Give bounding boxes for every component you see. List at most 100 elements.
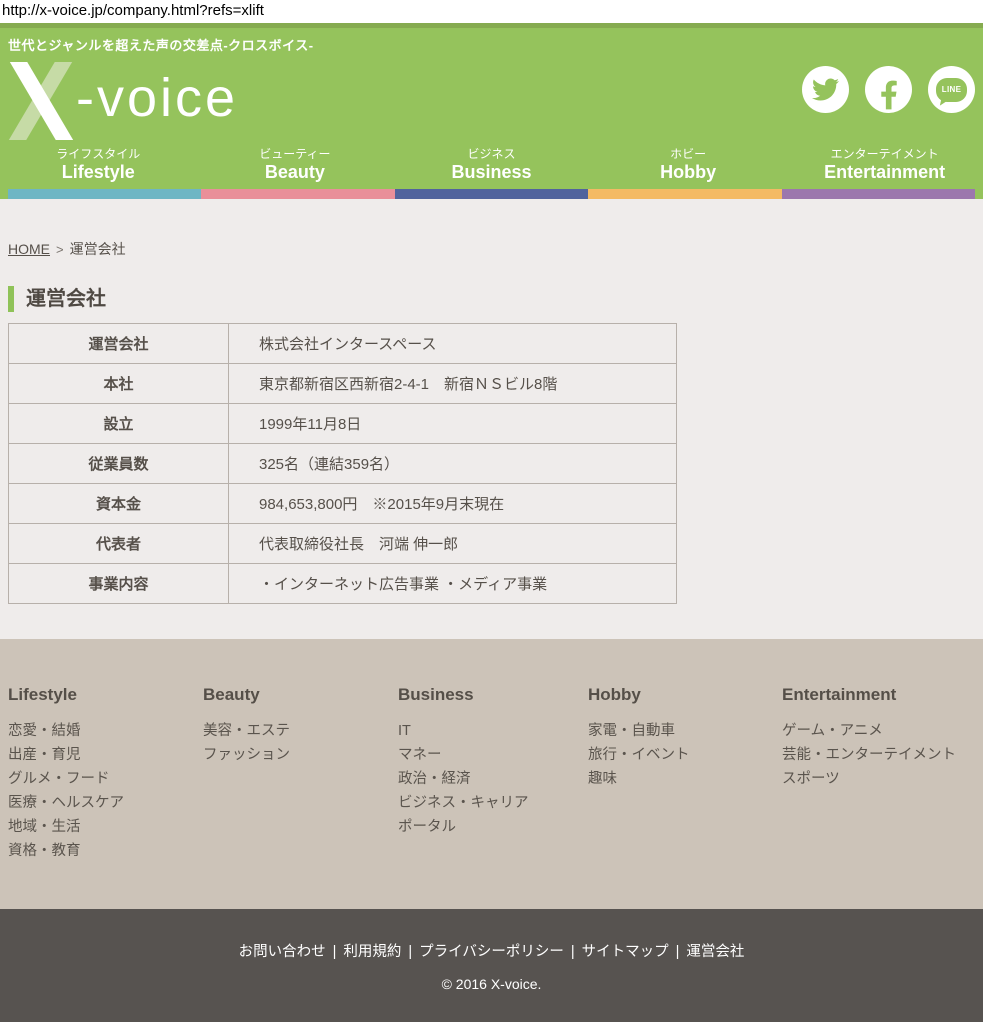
footer-col-title: Beauty <box>203 685 398 705</box>
site-tagline: 世代とジャンルを超えた声の交差点-クロスボイス- <box>0 28 983 60</box>
table-row: 本社 東京都新宿区西新宿2-4-1 新宿ＮＳビル8階 <box>9 364 677 404</box>
footer-link[interactable]: 政治・経済 <box>398 767 588 791</box>
row-label: 代表者 <box>9 524 229 564</box>
table-row: 運営会社 株式会社インタースペース <box>9 324 677 364</box>
footer-link[interactable]: 地域・生活 <box>8 815 203 839</box>
twitter-button[interactable] <box>802 66 849 113</box>
row-label: 従業員数 <box>9 444 229 484</box>
main-nav: ライフスタイル Lifestyle ビューティー Beauty ビジネス Bus… <box>0 146 983 189</box>
main-content: HOME > 運営会社 運営会社 運営会社 株式会社インタースペース 本社 東京都新… <box>0 199 983 639</box>
footer-col-hobby: Hobby 家電・自動車 旅行・イベント 趣味 <box>588 685 782 909</box>
nav-strip-hobby <box>588 189 781 199</box>
footer-link[interactable]: ゲーム・アニメ <box>782 719 956 743</box>
row-value: ・インターネット広告事業 ・メディア事業 <box>229 564 677 604</box>
nav-strip-business <box>395 189 588 199</box>
breadcrumb-separator: > <box>56 242 64 257</box>
footer-link[interactable]: 美容・エステ <box>203 719 398 743</box>
footer-link[interactable]: ファッション <box>203 743 398 767</box>
row-label: 運営会社 <box>9 324 229 364</box>
nav-strip-lifestyle <box>8 189 201 199</box>
nav-strip-beauty <box>201 189 394 199</box>
bottom-link-separator: | <box>571 944 575 960</box>
browser-url-bar[interactable]: http://x-voice.jp/company.html?refs=xlif… <box>0 0 983 23</box>
nav-label-jp: ビューティー <box>197 146 394 162</box>
bottom-links: お問い合わせ|利用規約|プライバシーポリシー|サイトマップ|運営会社 <box>0 909 983 961</box>
footer-link[interactable]: 資格・教育 <box>8 839 203 863</box>
footer-col-entertainment: Entertainment ゲーム・アニメ 芸能・エンターテイメント スポーツ <box>782 685 956 909</box>
row-label: 事業内容 <box>9 564 229 604</box>
nav-label-en: Lifestyle <box>0 162 197 183</box>
footer-col-title: Lifestyle <box>8 685 203 705</box>
row-label: 本社 <box>9 364 229 404</box>
footer-col-lifestyle: Lifestyle 恋愛・結婚 出産・育児 グルメ・フード 医療・ヘルスケア 地… <box>8 685 203 909</box>
row-label: 設立 <box>9 404 229 444</box>
footer-link[interactable]: ビジネス・キャリア <box>398 791 588 815</box>
footer-link[interactable]: 恋愛・結婚 <box>8 719 203 743</box>
nav-item-lifestyle[interactable]: ライフスタイル Lifestyle <box>0 146 197 183</box>
table-row: 代表者 代表取締役社長 河端 伸一郎 <box>9 524 677 564</box>
row-value: 東京都新宿区西新宿2-4-1 新宿ＮＳビル8階 <box>229 364 677 404</box>
nav-label-jp: ライフスタイル <box>0 146 197 162</box>
footer-link[interactable]: グルメ・フード <box>8 767 203 791</box>
footer-col-beauty: Beauty 美容・エステ ファッション <box>203 685 398 909</box>
row-value: 代表取締役社長 河端 伸一郎 <box>229 524 677 564</box>
facebook-icon <box>880 78 898 112</box>
table-row: 事業内容 ・インターネット広告事業 ・メディア事業 <box>9 564 677 604</box>
bottom-link-contact[interactable]: お問い合わせ <box>239 944 326 960</box>
bottom-link-sitemap[interactable]: サイトマップ <box>582 944 669 960</box>
bottom-link-separator: | <box>676 944 680 960</box>
footer-link[interactable]: 出産・育児 <box>8 743 203 767</box>
footer-col-title: Business <box>398 685 588 705</box>
bottom-link-company[interactable]: 運営会社 <box>686 944 744 960</box>
row-value: 株式会社インタースペース <box>229 324 677 364</box>
footer-link[interactable]: 趣味 <box>588 767 782 791</box>
line-button[interactable]: LINE <box>928 66 975 113</box>
company-info-table: 運営会社 株式会社インタースペース 本社 東京都新宿区西新宿2-4-1 新宿ＮＳ… <box>8 323 677 604</box>
footer-link[interactable]: ポータル <box>398 815 588 839</box>
bottom-bar: お問い合わせ|利用規約|プライバシーポリシー|サイトマップ|運営会社 © 201… <box>0 909 983 1022</box>
nav-item-beauty[interactable]: ビューティー Beauty <box>197 146 394 183</box>
line-icon: LINE <box>936 78 967 102</box>
footer-link[interactable]: 芸能・エンターテイメント <box>782 743 956 767</box>
site-header: 世代とジャンルを超えた声の交差点-クロスボイス- -voice <box>0 23 983 199</box>
bottom-link-separator: | <box>333 944 337 960</box>
twitter-icon <box>812 76 839 103</box>
nav-item-business[interactable]: ビジネス Business <box>393 146 590 183</box>
nav-label-en: Business <box>393 162 590 183</box>
footer-col-title: Hobby <box>588 685 782 705</box>
logo-text: -voice <box>76 62 238 134</box>
table-row: 資本金 984,653,800円 ※2015年9月末現在 <box>9 484 677 524</box>
logo-row: -voice LINE <box>0 60 983 146</box>
nav-label-en: Beauty <box>197 162 394 183</box>
breadcrumb-home-link[interactable]: HOME <box>8 241 50 257</box>
facebook-button[interactable] <box>865 66 912 113</box>
footer-link[interactable]: マネー <box>398 743 588 767</box>
table-row: 設立 1999年11月8日 <box>9 404 677 444</box>
nav-strip-entertainment <box>782 189 975 199</box>
logo-x-graphic <box>8 62 74 145</box>
nav-item-hobby[interactable]: ホビー Hobby <box>590 146 787 183</box>
breadcrumb: HOME > 運営会社 <box>8 199 975 259</box>
bottom-link-terms[interactable]: 利用規約 <box>343 944 401 960</box>
nav-label-en: Hobby <box>590 162 787 183</box>
row-value: 984,653,800円 ※2015年9月末現在 <box>229 484 677 524</box>
social-icons: LINE <box>802 66 975 113</box>
nav-label-jp: エンターテイメント <box>786 146 983 162</box>
footer-link[interactable]: 旅行・イベント <box>588 743 782 767</box>
breadcrumb-current: 運営会社 <box>70 241 126 257</box>
footer-link[interactable]: スポーツ <box>782 767 956 791</box>
footer-col-business: Business IT マネー 政治・経済 ビジネス・キャリア ポータル <box>398 685 588 909</box>
category-footer: Lifestyle 恋愛・結婚 出産・育児 グルメ・フード 医療・ヘルスケア 地… <box>0 639 983 909</box>
nav-item-entertainment[interactable]: エンターテイメント Entertainment <box>786 146 983 183</box>
row-value: 1999年11月8日 <box>229 404 677 444</box>
footer-link[interactable]: IT <box>398 719 588 743</box>
footer-col-title: Entertainment <box>782 685 956 705</box>
nav-label-jp: ビジネス <box>393 146 590 162</box>
footer-link[interactable]: 家電・自動車 <box>588 719 782 743</box>
nav-label-en: Entertainment <box>786 162 983 183</box>
site-logo[interactable]: -voice <box>8 62 238 145</box>
table-row: 従業員数 325名（連結359名） <box>9 444 677 484</box>
footer-link[interactable]: 医療・ヘルスケア <box>8 791 203 815</box>
bottom-link-privacy[interactable]: プライバシーポリシー <box>419 944 564 960</box>
row-label: 資本金 <box>9 484 229 524</box>
